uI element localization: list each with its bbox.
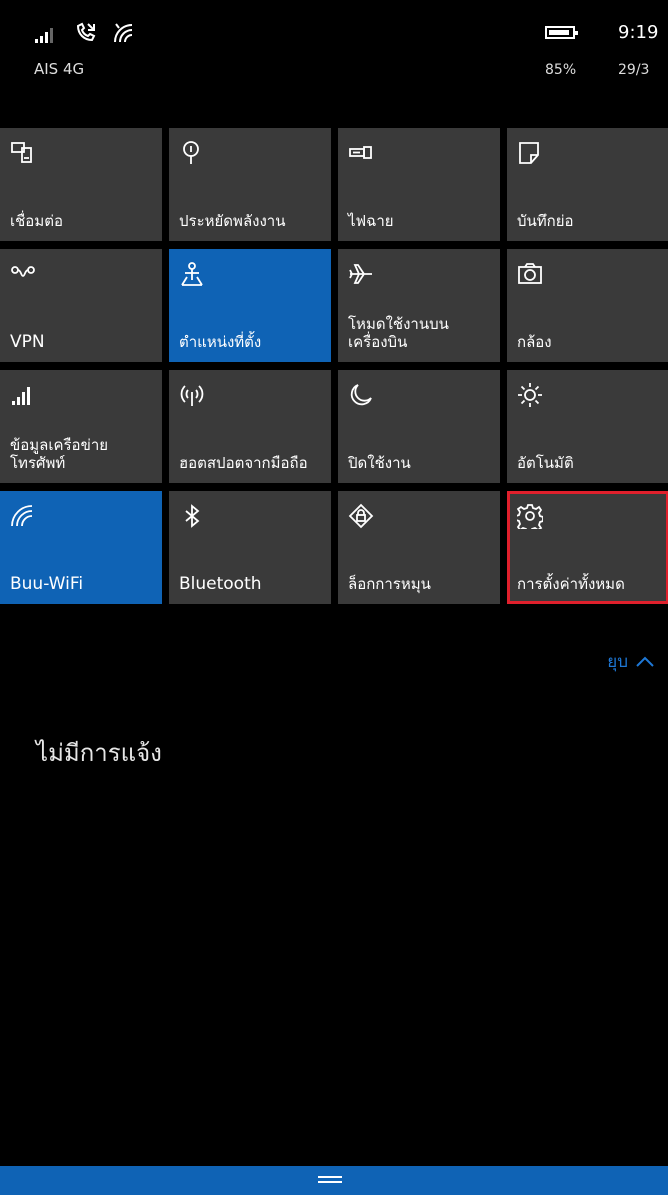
tile-note[interactable]: บันทึกย่อ [507, 128, 668, 241]
drag-handle-icon [318, 1176, 342, 1185]
camera-icon [517, 261, 543, 287]
tile-label: ตำแหน่งที่ตั้ง [179, 333, 262, 351]
chevron-up-icon [636, 656, 654, 668]
tile-rotation-lock[interactable]: ล็อกการหมุน [338, 491, 500, 604]
call-forward-icon [74, 22, 98, 44]
status-bar: AIS 4G 9:19 85% 29/3 [0, 0, 668, 100]
battery-saver-icon [179, 140, 205, 166]
tile-connect[interactable]: เชื่อมต่อ [0, 128, 162, 241]
note-icon [517, 140, 543, 166]
settings-gear-icon [517, 503, 543, 529]
signal-icon [34, 26, 60, 44]
tile-vpn[interactable]: VPN [0, 249, 162, 362]
quiet-hours-icon [348, 382, 374, 408]
battery-icon [545, 26, 578, 39]
tile-label: ข้อมูลเครือข่ายโทรศัพท์ [10, 436, 109, 472]
tile-quiet-hours[interactable]: ปิดใช้งาน [338, 370, 500, 483]
status-date: 29/3 [618, 62, 650, 78]
tile-hotspot[interactable]: ฮอตสปอตจากมือถือ [169, 370, 331, 483]
tile-airplane[interactable]: โหมดใช้งานบนเครื่องบิน [338, 249, 500, 362]
tile-camera[interactable]: กล้อง [507, 249, 668, 362]
battery-percent: 85% [545, 62, 577, 78]
collapse-label: ยุบ [607, 652, 628, 672]
bottom-handle-bar[interactable] [0, 1166, 668, 1195]
flashlight-icon [348, 140, 374, 166]
tile-wifi[interactable]: Buu-WiFi [0, 491, 162, 604]
location-icon [179, 261, 205, 287]
tile-flashlight[interactable]: ไฟฉาย [338, 128, 500, 241]
tile-label: ปิดใช้งาน [348, 454, 411, 472]
hotspot-icon [179, 382, 205, 408]
tile-label: ประหยัดพลังงาน [179, 212, 286, 230]
carrier-name: AIS 4G [34, 60, 85, 78]
airplane-icon [348, 261, 374, 287]
tile-label: Bluetooth [179, 574, 262, 594]
tile-label: โหมดใช้งานบนเครื่องบิน [348, 315, 449, 351]
connect-icon [10, 140, 36, 166]
clock-time: 9:19 [618, 22, 659, 43]
wifi-icon [10, 503, 36, 529]
tile-battery-saver[interactable]: ประหยัดพลังงาน [169, 128, 331, 241]
tile-location[interactable]: ตำแหน่งที่ตั้ง [169, 249, 331, 362]
tile-all-settings[interactable]: การตั้งค่าทั้งหมด [507, 491, 668, 604]
wifi-icon [112, 22, 138, 44]
tile-cellular-data[interactable]: ข้อมูลเครือข่ายโทรศัพท์ [0, 370, 162, 483]
tile-label: กล้อง [517, 333, 552, 351]
tile-label: บันทึกย่อ [517, 212, 574, 230]
collapse-button[interactable]: ยุบ [607, 648, 654, 675]
vpn-icon [10, 261, 36, 287]
tile-label: การตั้งค่าทั้งหมด [517, 575, 625, 593]
tile-brightness[interactable]: อัตโนมัติ [507, 370, 668, 483]
brightness-icon [517, 382, 543, 408]
tile-label: ไฟฉาย [348, 212, 394, 230]
rotation-lock-icon [348, 503, 374, 529]
cellular-data-icon [10, 382, 36, 408]
status-icons [34, 22, 138, 44]
tile-label: Buu-WiFi [10, 574, 84, 594]
tile-label: ล็อกการหมุน [348, 575, 431, 593]
tile-label: VPN [10, 332, 45, 352]
no-notifications-text: ไม่มีการแจ้ง [36, 739, 162, 767]
tile-label: อัตโนมัติ [517, 454, 574, 472]
tile-bluetooth[interactable]: Bluetooth [169, 491, 331, 604]
tile-label: ฮอตสปอตจากมือถือ [179, 454, 308, 472]
bluetooth-icon [179, 503, 205, 529]
tile-label: เชื่อมต่อ [10, 212, 63, 230]
